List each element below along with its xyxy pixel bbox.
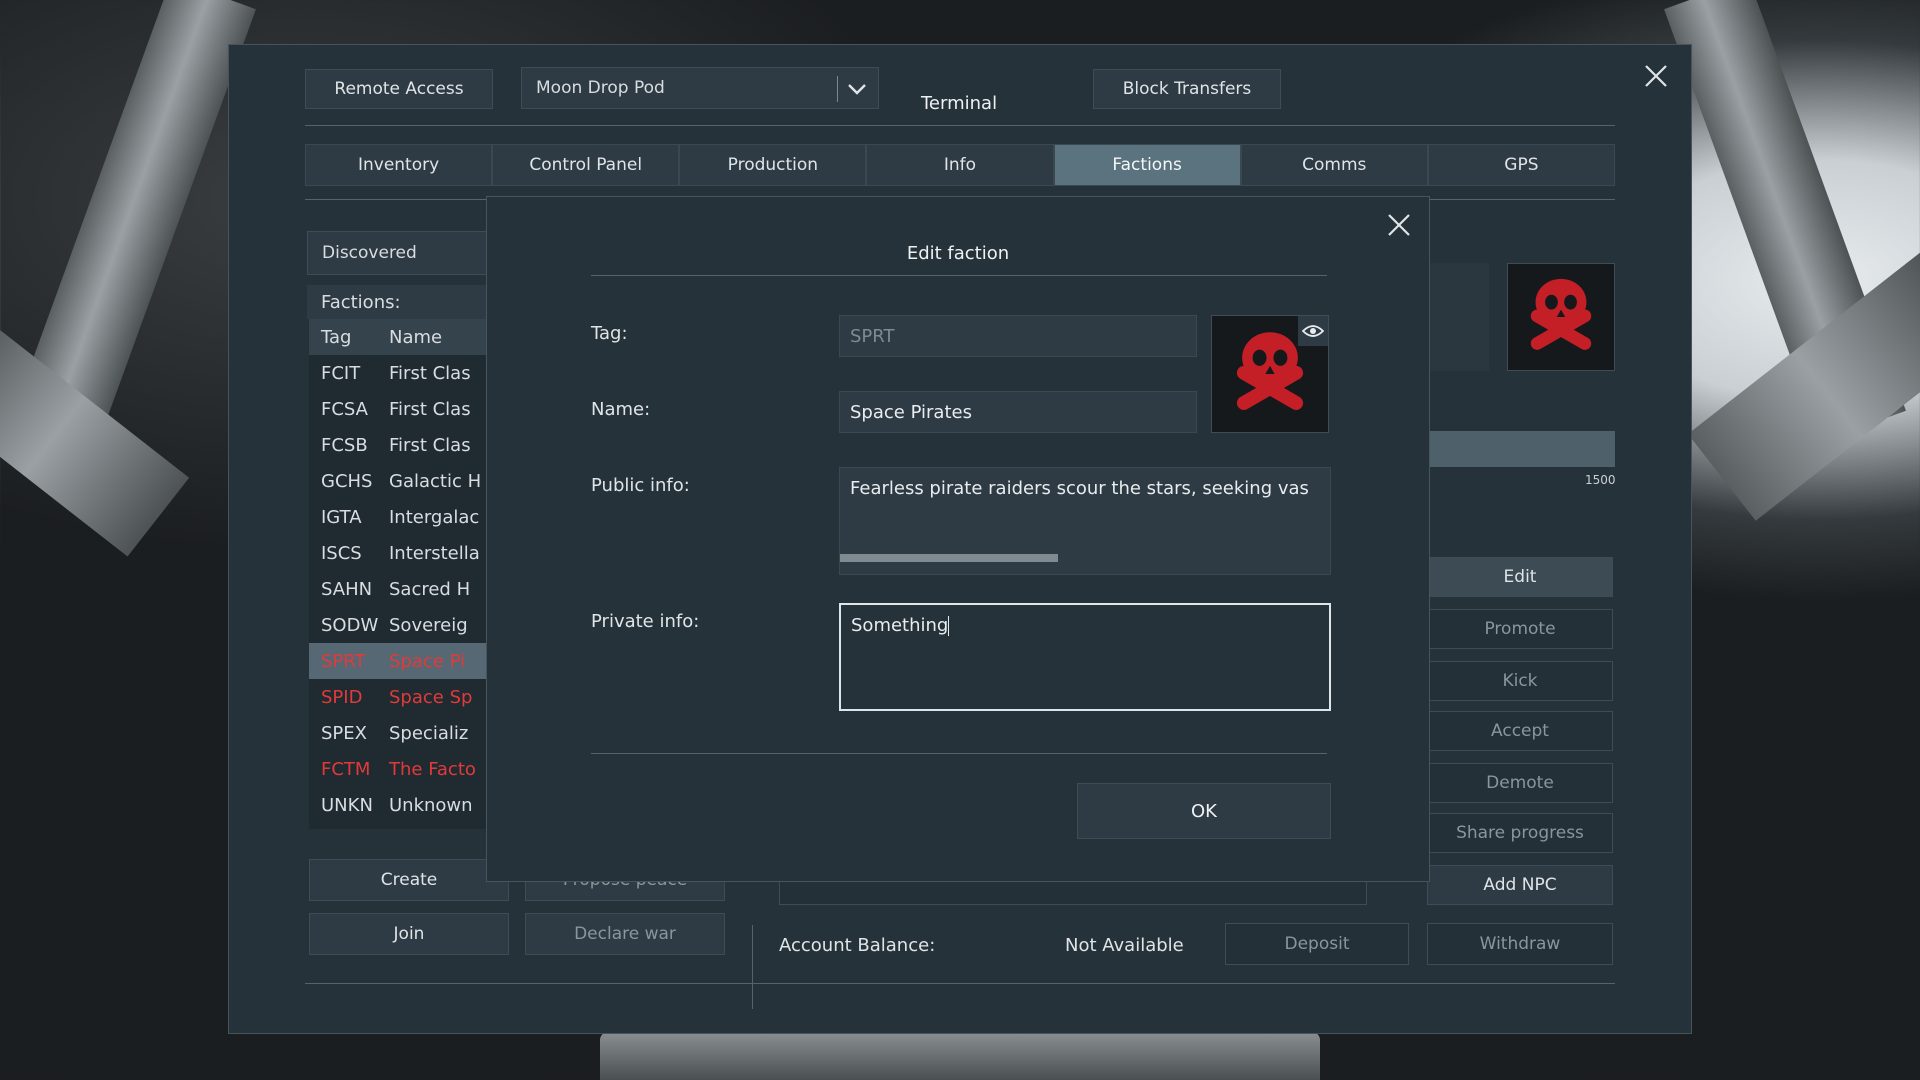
withdraw-button[interactable]: Withdraw [1427,923,1613,965]
tab-production[interactable]: Production [679,144,867,186]
cockpit-rim [600,1032,1320,1080]
public-info-label: Public info: [591,475,690,496]
public-info-field[interactable]: Fearless pirate raiders scour the stars,… [839,467,1331,575]
name-field[interactable]: Space Pirates [839,391,1197,433]
close-icon[interactable] [1383,209,1415,241]
private-info-text: Something [851,615,949,636]
create-button[interactable]: Create [309,859,509,901]
tab-inventory[interactable]: Inventory [305,144,493,186]
dialog-title: Edit faction [906,243,1010,264]
terminal-title: Terminal [921,93,998,114]
progress-max: 1500 [1585,473,1616,487]
ok-button[interactable]: OK [1077,783,1331,839]
private-info-label: Private info: [591,611,700,632]
close-icon[interactable] [1639,59,1673,93]
block-transfers-button[interactable]: Block Transfers [1093,69,1281,109]
account-balance-value: Not Available [1065,935,1184,956]
horizontal-scrollbar[interactable] [840,554,1058,562]
tab-factions[interactable]: Factions [1053,144,1241,186]
demote-button[interactable]: Demote [1427,763,1613,803]
promote-button[interactable]: Promote [1427,609,1613,649]
accept-button[interactable]: Accept [1427,711,1613,751]
tag-label: Tag: [591,323,628,344]
remote-access-button[interactable]: Remote Access [305,69,493,109]
tab-gps[interactable]: GPS [1427,144,1615,186]
chevron-down-icon [848,84,866,95]
public-info-text: Fearless pirate raiders scour the stars,… [850,478,1309,499]
eye-icon[interactable] [1298,316,1328,346]
skull-crossbones-icon [1530,278,1592,350]
tab-info[interactable]: Info [866,144,1054,186]
kick-button[interactable]: Kick [1427,661,1613,701]
edit-faction-dialog: Edit faction Tag: SPRT Name: Space Pirat… [486,196,1430,882]
join-button[interactable]: Join [309,913,509,955]
declare-war-button[interactable]: Declare war [525,913,725,955]
deposit-button[interactable]: Deposit [1225,923,1409,965]
tab-control-panel[interactable]: Control Panel [492,144,680,186]
grid-selector-dropdown[interactable]: Moon Drop Pod [521,67,879,109]
terminal-tabs: Inventory Control Panel Production Info … [305,144,1615,186]
tag-field[interactable]: SPRT [839,315,1197,357]
edit-button[interactable]: Edit [1427,557,1613,597]
account-balance-label: Account Balance: [779,935,936,956]
tab-comms[interactable]: Comms [1240,144,1428,186]
add-npc-button[interactable]: Add NPC [1427,865,1613,905]
text-caret [948,616,950,636]
private-info-field[interactable]: Something [839,603,1331,711]
name-label: Name: [591,399,651,420]
column-tag[interactable]: Tag [309,327,389,348]
share-progress-button[interactable]: Share progress [1427,813,1613,853]
grid-selector-value: Moon Drop Pod [536,78,665,98]
faction-emblem-preview[interactable] [1211,315,1329,433]
faction-emblem [1507,263,1615,371]
faction-progress-bar [1429,431,1615,467]
